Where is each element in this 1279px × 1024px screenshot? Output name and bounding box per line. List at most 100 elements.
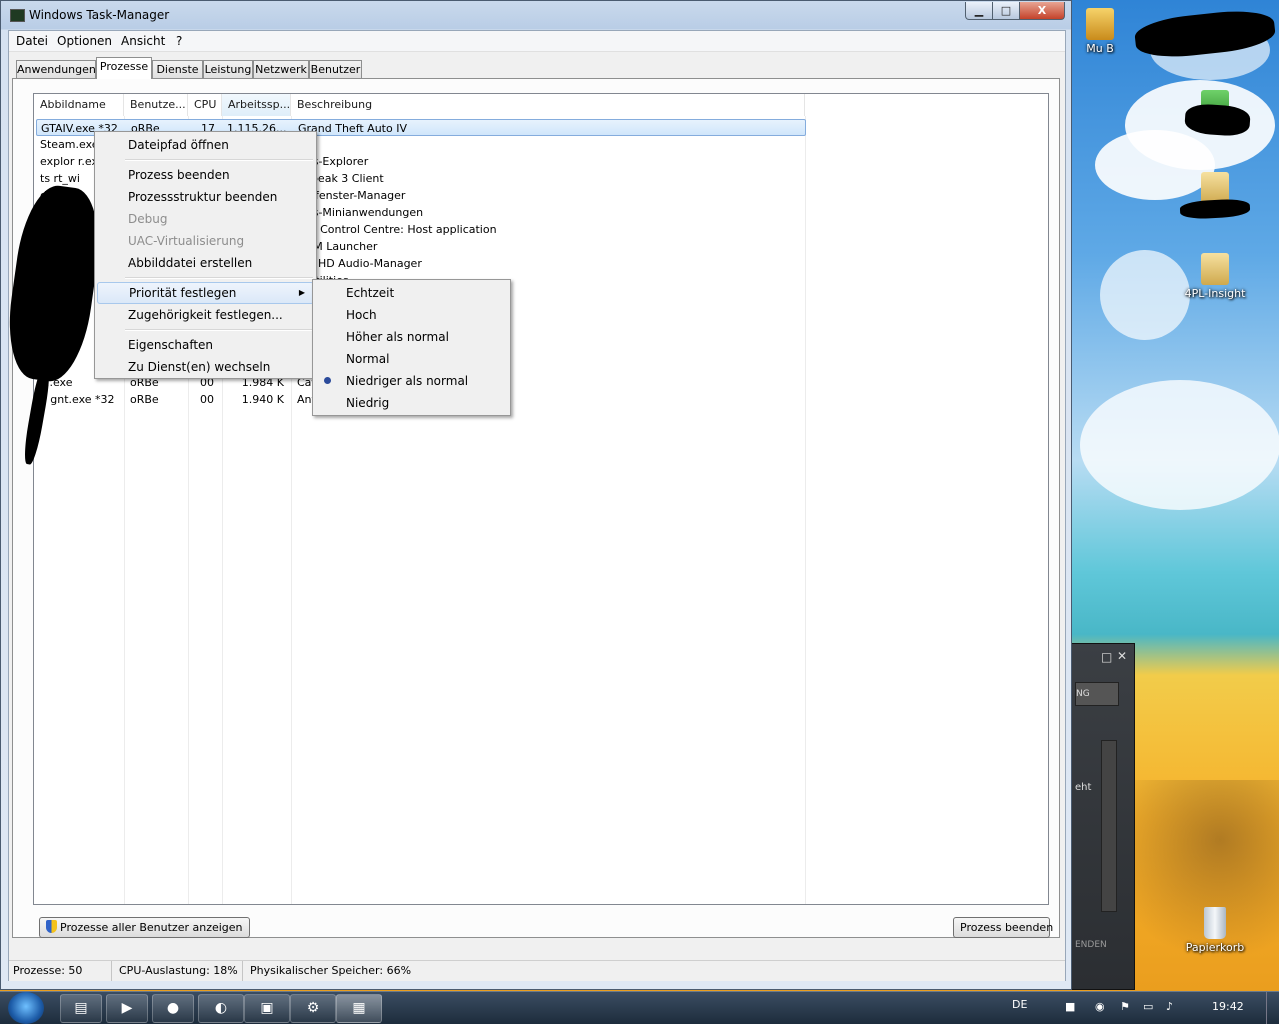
priority-menu-item[interactable]: Höher als normal: [315, 326, 508, 348]
cell-description: lyst Control Centre: Host application: [297, 223, 497, 236]
tray-icon-network[interactable]: ◉: [1095, 1000, 1105, 1013]
menu-item-label: Abbilddatei erstellen: [128, 256, 253, 270]
menu-item-label: Zu Dienst(en) wechseln: [128, 360, 271, 374]
maximize-button[interactable]: □: [992, 2, 1020, 20]
desktop-icon-music[interactable]: Mu B: [1060, 8, 1140, 55]
cell-image-name: a gnt.exe *32: [40, 393, 115, 406]
context-menu-item[interactable]: Priorität festlegen ▶: [97, 282, 314, 304]
tray-icon-flag[interactable]: ⚑: [1120, 1000, 1130, 1013]
tab-anwendungen[interactable]: Anwendungen: [16, 60, 96, 78]
menu-item-label: Eigenschaften: [128, 338, 214, 352]
folder-icon: [1086, 8, 1114, 40]
dark-window-text: eht: [1075, 782, 1092, 793]
menu-item-label: Zugehörigkeit festlegen...: [128, 308, 283, 322]
status-cpu-usage: CPU-Auslastung: 18%: [115, 961, 243, 981]
title-bar[interactable]: Windows Task-Manager ▁ □ X: [1, 1, 1071, 29]
tray-icon-green[interactable]: ■: [1065, 1000, 1075, 1013]
context-menu-item[interactable]: Zugehörigkeit festlegen...: [97, 304, 314, 326]
column-header-beschreibung[interactable]: Beschreibung: [291, 94, 805, 116]
priority-menu-item[interactable]: Echtzeit: [315, 282, 508, 304]
tray-icon-monitor[interactable]: ▭: [1143, 1000, 1153, 1013]
context-menu-item[interactable]: Prozessstruktur beenden: [97, 186, 314, 208]
window-title: Windows Task-Manager: [29, 8, 170, 22]
maximize-icon[interactable]: □: [1101, 650, 1112, 664]
menu-item-label: Niedrig: [346, 396, 390, 410]
end-process-button[interactable]: Prozess beenden: [953, 917, 1053, 938]
cell-image-name: ts rt_wi: [40, 172, 80, 185]
cell-cpu: 00: [200, 393, 214, 406]
recycle-bin-icon: [1204, 907, 1226, 939]
cell-image-name: explor r.ex: [40, 155, 98, 168]
window-taskbar-icon[interactable]: ▣: [244, 994, 290, 1023]
desktop-icon-recycle-bin[interactable]: Papierkorb: [1175, 907, 1255, 954]
status-process-count: Prozesse: 50: [9, 961, 112, 981]
process-context-menu[interactable]: Dateipfad öffnen Prozess beenden Prozessst…: [94, 131, 317, 379]
context-menu-item[interactable]: Prozess beenden: [97, 164, 314, 186]
menu-optionen[interactable]: Optionen: [57, 34, 112, 48]
menu-item-label: Prozessstruktur beenden: [128, 190, 278, 204]
media-player-taskbar-icon[interactable]: ▶: [106, 994, 148, 1023]
menu-item-label: Hoch: [346, 308, 377, 322]
minimize-button[interactable]: ▁: [965, 2, 993, 20]
steam-taskbar-icon[interactable]: ⚙: [290, 994, 336, 1023]
taskbar: ▤ ▶ ● ◐ ▣ ⚙ ▦ DE ■ ◉ ⚑ ▭ ♪ 19:42: [0, 991, 1279, 1024]
context-menu-item[interactable]: Dateipfad öffnen: [97, 134, 314, 156]
tab-netzwerk[interactable]: Netzwerk: [253, 60, 309, 78]
volume-icon[interactable]: ♪: [1166, 1000, 1173, 1013]
show-all-processes-button[interactable]: Prozesse aller Benutzer anzeigen: [39, 917, 250, 938]
context-menu-item[interactable]: Eigenschaften: [97, 334, 314, 356]
cell-image-name: Steam.exe: [40, 138, 99, 151]
menu-item-label: Debug: [128, 212, 168, 226]
background-app-window[interactable]: □ ✕ NG eht ENDEN: [1070, 643, 1135, 990]
submenu-arrow-icon: ▶: [298, 288, 305, 297]
desktop-icon-4pl-insight[interactable]: 4PL-Insight: [1175, 253, 1255, 300]
column-header-benutzer[interactable]: Benutze...: [124, 94, 188, 116]
menu-item-label: Dateipfad öffnen: [128, 138, 229, 152]
menu-item-label: Niedriger als normal: [346, 374, 469, 388]
dark-window-button[interactable]: ENDEN: [1075, 940, 1107, 950]
context-menu-item[interactable]: Abbilddatei erstellen: [97, 252, 314, 274]
menu-separator: [125, 159, 313, 161]
context-menu-item: UAC-Virtualisierung: [97, 230, 314, 252]
context-menu-item[interactable]: Zu Dienst(en) wechseln: [97, 356, 314, 378]
menu-separator: [125, 277, 313, 279]
cell-user: oRBe: [130, 393, 159, 406]
dropdown[interactable]: NG: [1075, 682, 1119, 706]
priority-menu-item[interactable]: Niedriger als normal: [315, 370, 508, 392]
menu-help[interactable]: ?: [176, 34, 182, 48]
show-desktop-button[interactable]: [1266, 992, 1279, 1024]
priority-menu-item[interactable]: Hoch: [315, 304, 508, 326]
column-header-abbildname[interactable]: Abbildname: [34, 94, 124, 116]
priority-submenu[interactable]: Echtzeit Hoch Höher als normal Normal Niedri…: [312, 279, 511, 416]
close-icon[interactable]: ✕: [1117, 649, 1127, 663]
column-header-cpu[interactable]: CPU: [188, 94, 222, 116]
context-menu-item: Debug: [97, 208, 314, 230]
menu-separator: [125, 329, 313, 331]
app-taskbar-icon[interactable]: ◐: [198, 994, 244, 1023]
task-manager-icon: [10, 9, 25, 22]
menu-ansicht[interactable]: Ansicht: [121, 34, 165, 48]
clock[interactable]: 19:42: [1212, 1000, 1244, 1013]
tab-prozesse[interactable]: Prozesse: [96, 57, 152, 79]
cell-memory: 1.940 K: [241, 393, 284, 406]
start-button[interactable]: [8, 992, 44, 1024]
menu-bar: Datei Optionen Ansicht ?: [9, 31, 1065, 52]
priority-menu-item[interactable]: Niedrig: [315, 392, 508, 414]
task-manager-taskbar-icon[interactable]: ▦: [336, 994, 382, 1023]
menu-datei[interactable]: Datei: [16, 34, 48, 48]
folder-icon: [1201, 253, 1229, 285]
menu-item-label: Priorität festlegen: [129, 286, 237, 300]
tab-leistung[interactable]: Leistung: [203, 60, 253, 78]
tab-dienste[interactable]: Dienste: [152, 60, 203, 78]
radio-bullet-icon: [324, 377, 331, 384]
language-indicator[interactable]: DE: [1012, 998, 1027, 1011]
scrollbar[interactable]: [1101, 740, 1117, 912]
priority-menu-item[interactable]: Normal: [315, 348, 508, 370]
close-button[interactable]: X: [1019, 2, 1065, 20]
firefox-taskbar-icon[interactable]: ●: [152, 994, 194, 1023]
explorer-taskbar-icon[interactable]: ▤: [60, 994, 102, 1023]
menu-item-label: Echtzeit: [346, 286, 395, 300]
column-header-arbeitsspeicher[interactable]: Arbeitssp...: [222, 94, 291, 116]
tab-benutzer[interactable]: Benutzer: [309, 60, 362, 78]
status-memory-usage: Physikalischer Speicher: 66%: [250, 964, 412, 977]
